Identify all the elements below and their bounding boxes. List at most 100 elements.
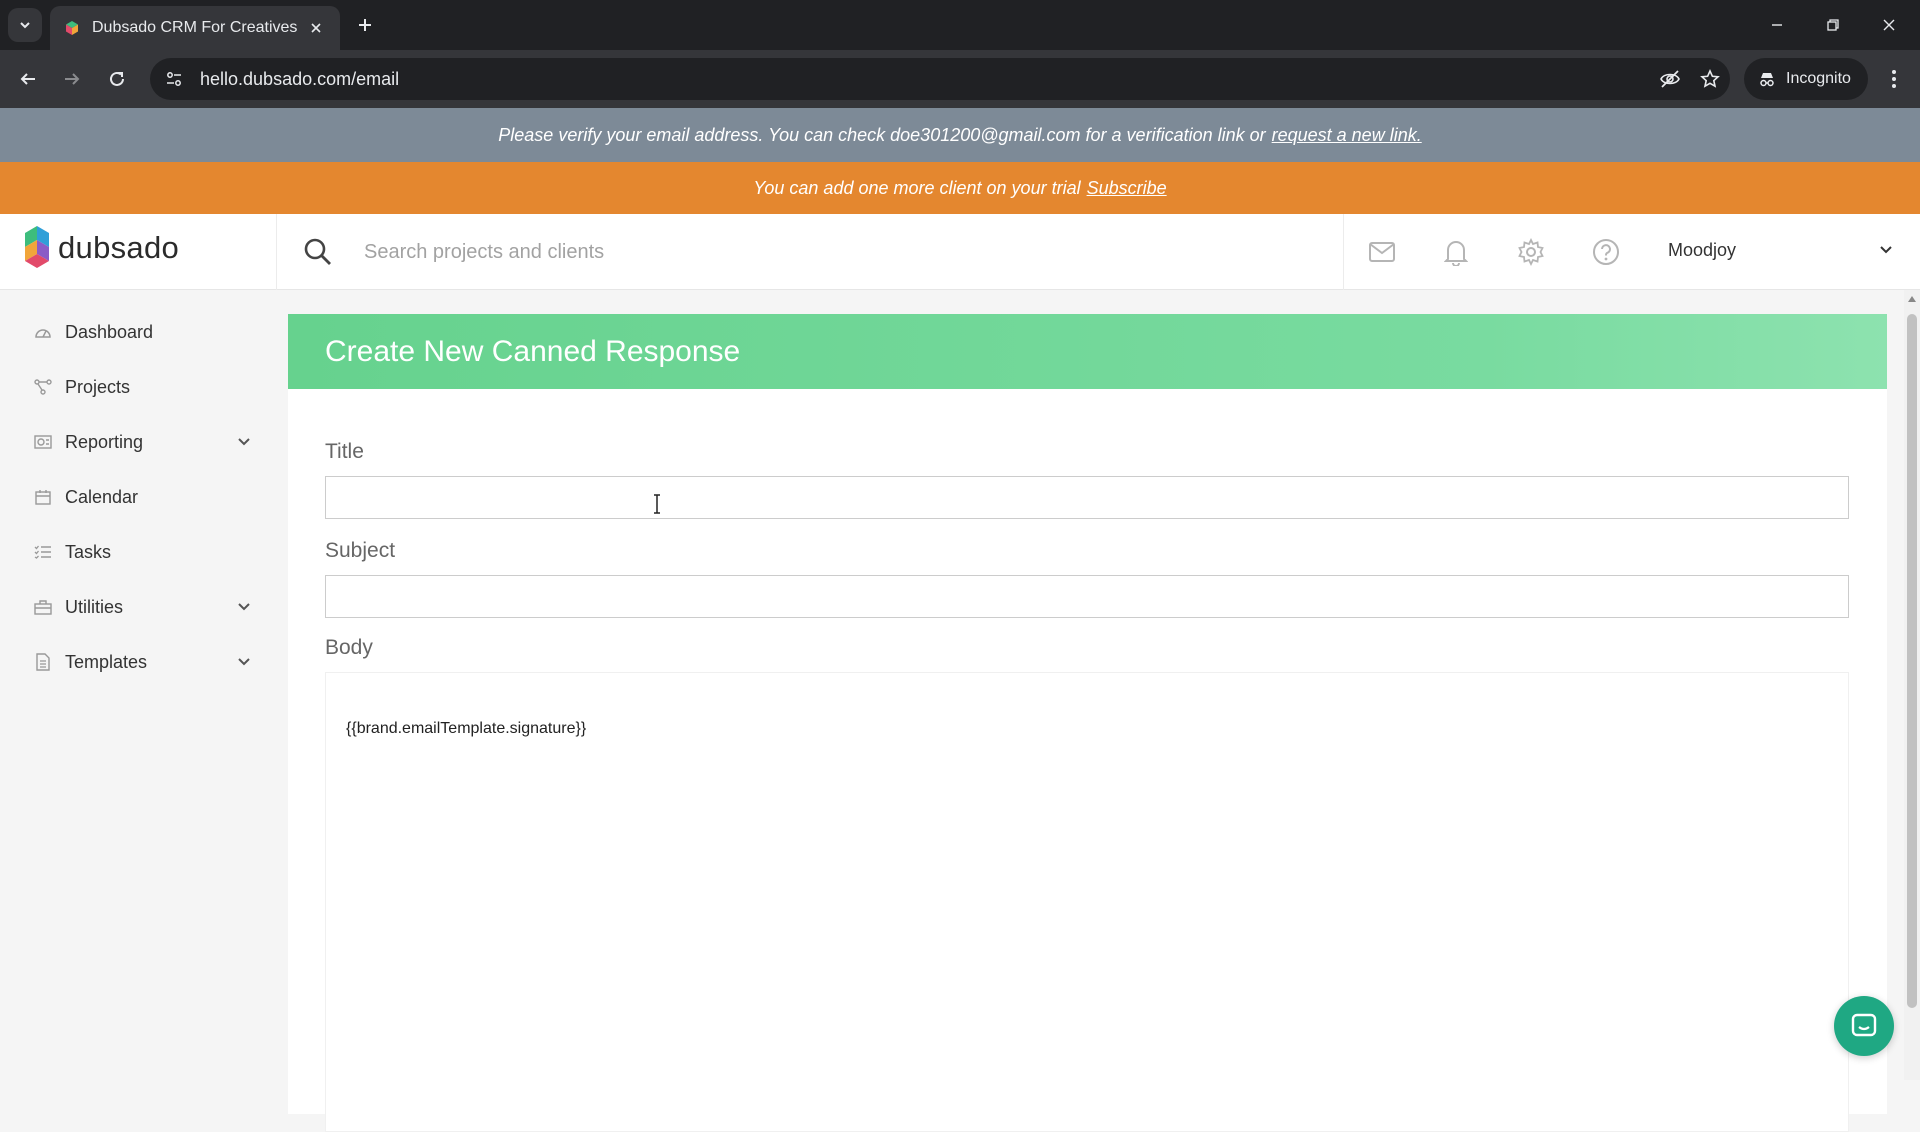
bell-icon	[1444, 241, 1468, 266]
chevron-down-icon	[238, 438, 250, 446]
sidebar-item-label: Templates	[65, 651, 148, 672]
canned-response-form: Create New Canned Response Title Subject…	[288, 314, 1887, 1132]
sidebar-item-label: Tasks	[65, 541, 112, 562]
sidebar-item-label: Reporting	[65, 431, 144, 452]
page-title: Create New Canned Response	[325, 334, 741, 368]
trial-banner: You can add one more client on your tria…	[0, 162, 1920, 214]
notifications-button[interactable]	[1440, 236, 1472, 268]
body-editor[interactable]: {{brand.emailTemplate.signature}}	[325, 672, 1849, 1132]
help-icon	[1593, 239, 1619, 265]
sidebar-item-reporting[interactable]: Reporting	[32, 422, 252, 462]
sidebar-item-label: Dashboard	[65, 321, 154, 342]
sidebar-item-utilities[interactable]: Utilities	[32, 587, 252, 627]
page-scrollbar[interactable]	[1904, 290, 1920, 1080]
back-button[interactable]	[14, 65, 42, 93]
dubsado-logo[interactable]: dubsado	[22, 226, 179, 270]
minimize-icon	[1772, 24, 1782, 26]
browser-tab-bar: Dubsado CRM For Creatives	[0, 0, 1920, 50]
scroll-up-icon[interactable]	[1908, 296, 1916, 302]
browser-toolbar: hello.dubsado.com/email Incognito	[0, 50, 1920, 108]
tab-search-button[interactable]	[8, 8, 42, 42]
subject-label: Subject	[325, 539, 396, 562]
incognito-icon	[1760, 73, 1774, 87]
chevron-down-icon	[238, 603, 250, 611]
tab-close-button[interactable]	[306, 18, 326, 38]
search-icon	[304, 238, 331, 265]
reporting-icon	[32, 431, 54, 453]
tune-icon	[167, 72, 181, 86]
site-info-button[interactable]	[154, 58, 194, 100]
reload-icon	[110, 71, 124, 86]
sidebar-item-dashboard[interactable]: Dashboard	[32, 312, 252, 352]
settings-button[interactable]	[1515, 236, 1547, 268]
body-text: {{brand.emailTemplate.signature}}	[346, 720, 587, 737]
verify-email-banner: Please verify your email address. You ca…	[0, 108, 1920, 162]
star-icon	[1700, 69, 1720, 88]
verify-email-text: Please verify your email address. You ca…	[498, 124, 1266, 145]
subscribe-link[interactable]: Subscribe	[1087, 178, 1167, 199]
title-field[interactable]	[325, 476, 1849, 519]
utilities-icon	[32, 596, 54, 618]
app-header: dubsado Moodjoy	[0, 214, 1920, 290]
forward-button[interactable]	[58, 65, 86, 93]
form-header: Create New Canned Response	[288, 314, 1887, 389]
restore-button[interactable]	[1820, 12, 1846, 38]
chevron-down-icon	[20, 22, 30, 29]
eye-off-icon	[1660, 70, 1680, 88]
chevron-down-icon[interactable]	[1878, 242, 1894, 258]
incognito-indicator[interactable]: Incognito	[1744, 58, 1868, 100]
reload-button[interactable]	[103, 65, 131, 93]
templates-icon	[32, 651, 54, 673]
url-text: hello.dubsado.com/email	[200, 68, 400, 89]
trial-text: You can add one more client on your tria…	[753, 177, 1081, 198]
user-menu-name[interactable]: Moodjoy	[1668, 240, 1736, 261]
request-new-link[interactable]: request a new link.	[1272, 125, 1422, 146]
close-icon	[311, 23, 321, 33]
sidebar-item-projects[interactable]: Projects	[32, 367, 252, 407]
browser-tab[interactable]: Dubsado CRM For Creatives	[50, 6, 340, 50]
sidebar-item-label: Utilities	[65, 596, 124, 617]
dubsado-logo-icon	[25, 226, 49, 268]
sidebar-item-label: Calendar	[65, 486, 139, 507]
subject-field[interactable]	[325, 575, 1849, 618]
sidebar: Dashboard Projects Reporting Calendar Ta…	[0, 290, 288, 1080]
plus-icon	[359, 19, 371, 31]
messages-button[interactable]	[1366, 236, 1398, 268]
calendar-icon	[32, 486, 54, 508]
close-icon	[1883, 19, 1895, 31]
mail-icon	[1369, 242, 1395, 262]
tracking-protection-button[interactable]	[1650, 58, 1690, 100]
sidebar-item-calendar[interactable]: Calendar	[32, 477, 252, 517]
restore-icon	[1827, 19, 1839, 31]
title-label: Title	[325, 440, 364, 463]
header-divider	[276, 214, 277, 290]
tab-title: Dubsado CRM For Creatives	[92, 19, 298, 36]
sidebar-item-tasks[interactable]: Tasks	[32, 532, 252, 572]
chat-icon	[1851, 1013, 1877, 1037]
scrollbar-thumb[interactable]	[1907, 314, 1917, 1008]
tasks-icon	[32, 541, 54, 563]
search-input[interactable]	[364, 236, 1324, 268]
arrow-left-icon	[20, 73, 35, 85]
logo-text: dubsado	[58, 230, 180, 265]
browser-menu-button[interactable]	[1880, 65, 1908, 93]
incognito-label: Incognito	[1786, 70, 1851, 87]
bookmark-button[interactable]	[1690, 58, 1730, 100]
sidebar-item-templates[interactable]: Templates	[32, 642, 252, 682]
dashboard-icon	[32, 321, 54, 343]
dubsado-favicon-icon	[66, 21, 78, 35]
body-label: Body	[325, 636, 373, 659]
more-vertical-icon	[1892, 70, 1896, 88]
address-bar[interactable]: hello.dubsado.com/email	[150, 58, 1730, 100]
projects-icon	[32, 376, 54, 398]
text-cursor-icon	[654, 494, 660, 514]
help-button[interactable]	[1590, 236, 1622, 268]
window-close-button[interactable]	[1876, 12, 1902, 38]
chevron-down-icon	[238, 658, 250, 666]
arrow-right-icon	[65, 73, 80, 85]
new-tab-button[interactable]	[352, 12, 378, 38]
header-divider	[1343, 214, 1344, 290]
minimize-button[interactable]	[1764, 12, 1790, 38]
chat-button[interactable]	[1834, 996, 1894, 1056]
sidebar-item-label: Projects	[65, 376, 131, 397]
